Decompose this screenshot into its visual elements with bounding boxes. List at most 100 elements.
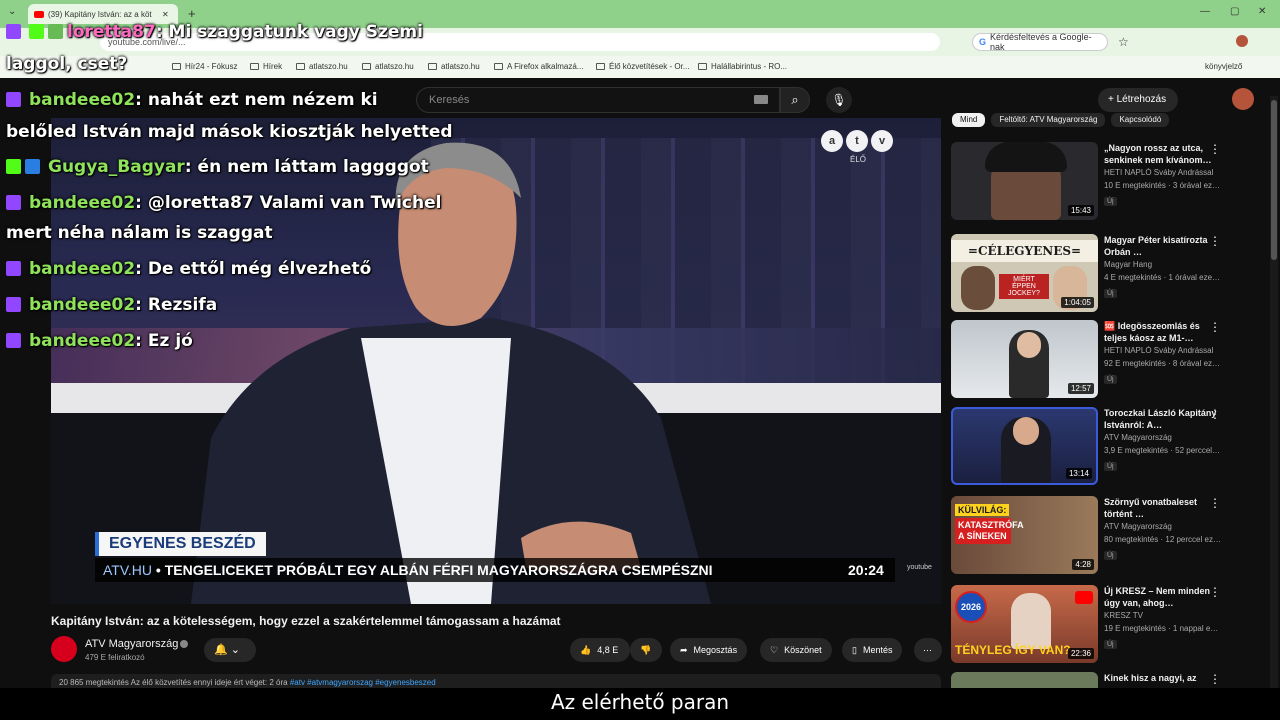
bookmark-item[interactable]: Halállabirintus - RO... xyxy=(698,62,787,71)
video-thumbnail[interactable]: KÜLVILÁG: KATASZTRÓFA A SÍNEKEN 4:28 xyxy=(951,496,1098,574)
dislike-button[interactable]: 👎 xyxy=(630,638,662,662)
recommendation-item[interactable]: Kinek hisz a nagyi, az ⋮ xyxy=(951,672,1251,688)
bookmark-item[interactable]: atlatszo.hu xyxy=(296,62,348,71)
chat-message-continued: mert néha nálam is szaggat xyxy=(6,223,273,243)
youtube-watermark: youtube xyxy=(907,564,932,571)
tab-close-icon[interactable]: ✕ xyxy=(162,10,169,19)
scrollbar-thumb[interactable] xyxy=(1271,100,1277,260)
bookmark-icon: ▯ xyxy=(852,644,857,655)
live-label: ÉLŐ xyxy=(850,155,867,164)
bookmark-item[interactable]: Hírek xyxy=(250,62,282,71)
more-options-icon[interactable]: ⋮ xyxy=(1209,234,1221,248)
subtitle-caption: Az elérhető paran xyxy=(0,688,1280,720)
other-bookmarks[interactable]: könyvjelző xyxy=(1205,62,1242,71)
chat-message: bandeee02: Ez jó xyxy=(6,331,193,351)
new-tab-button[interactable]: + xyxy=(188,6,196,21)
keyboard-icon[interactable] xyxy=(754,95,768,104)
bookmark-item[interactable]: atlatszo.hu xyxy=(428,62,480,71)
video-thumbnail[interactable]: 13:14 xyxy=(951,407,1098,485)
twitch-icon xyxy=(6,261,21,276)
twitch-icon xyxy=(6,297,21,312)
filter-chips: Mind Feltöltő: ATV Magyarország Kapcsoló… xyxy=(952,113,1170,127)
video-player[interactable]: a t v ÉLŐ EGYENES BESZÉD ATV.HU • TENGEL… xyxy=(51,118,941,604)
channel-name[interactable]: ATV Magyarország xyxy=(85,638,189,650)
chat-message: bandeee02: @loretta87 Valami van Twichel xyxy=(6,193,441,213)
more-icon: ⋯ xyxy=(923,644,932,655)
chat-message: bandeee02: Rezsifa xyxy=(6,295,217,315)
twitch-icon xyxy=(6,24,21,39)
broadcast-clock: 20:24 xyxy=(848,562,884,578)
video-thumbnail[interactable] xyxy=(951,672,1098,688)
news-ticker: ATV.HU • TENGELICEKET PRÓBÁLT EGY ALBÁN … xyxy=(95,558,895,582)
save-button[interactable]: ▯ Mentés xyxy=(842,638,903,662)
notification-bell-button[interactable]: 🔔 ⌄ xyxy=(204,638,256,662)
tab-list-icon[interactable]: ⌄ xyxy=(8,6,16,17)
chat-message-continued: laggol, cset? xyxy=(6,54,128,74)
subscriber-count: 479 E feliratkozó xyxy=(85,653,145,662)
close-window-icon[interactable]: ✕ xyxy=(1258,6,1266,17)
search-icon: ⌕ xyxy=(791,92,799,107)
voice-search-button[interactable]: 🎙 xyxy=(826,87,852,113)
thumbs-up-icon: 👍 xyxy=(580,644,592,655)
bookmarks-bar: Hír24 - Fókusz Hírek atlatszo.hu atlatsz… xyxy=(0,56,1280,78)
chat-message: loretta87: Mi szaggatunk vagy Szemi xyxy=(6,22,423,42)
chat-message: bandeee02: De ettől még élvezhető xyxy=(6,259,371,279)
ticker-text: • TENGELICEKET PRÓBÁLT EGY ALBÁN FÉRFI M… xyxy=(155,562,713,578)
tab-title: (39) Kapitány István: az a köt xyxy=(48,9,152,19)
bookmark-item[interactable]: Élő közvetítések - Or... xyxy=(596,62,689,71)
chat-message: Gugya_Bagyar: én nem láttam laggggot xyxy=(6,157,429,177)
twitch-icon xyxy=(6,333,21,348)
video-thumbnail[interactable]: =CÉLEGYENES= MIÉRT ÉPPEN JOCKEY? 1:04:05 xyxy=(951,234,1098,312)
like-button[interactable]: 👍 4,8 E xyxy=(570,638,630,662)
create-button[interactable]: + Létrehozás xyxy=(1098,88,1178,112)
recommendation-item[interactable]: =CÉLEGYENES= MIÉRT ÉPPEN JOCKEY? 1:04:05… xyxy=(951,234,1251,312)
atv-logo: a t v xyxy=(821,130,893,152)
more-actions-button[interactable]: ⋯ xyxy=(914,638,942,662)
chip-related[interactable]: Kapcsolódó xyxy=(1111,113,1170,127)
kick-icon xyxy=(6,159,21,174)
bookmark-star-icon[interactable]: ☆ xyxy=(1118,35,1129,49)
thumbs-down-icon: 👎 xyxy=(640,644,652,655)
maximize-icon[interactable]: ▢ xyxy=(1230,6,1239,17)
search-button[interactable]: ⌕ xyxy=(780,87,810,113)
thanks-button[interactable]: ♡ Köszönet xyxy=(760,638,832,662)
verified-icon xyxy=(180,640,189,649)
share-button[interactable]: ➦ Megosztás xyxy=(670,638,748,662)
more-options-icon[interactable]: ⋮ xyxy=(1209,585,1221,599)
youtube-favicon-icon xyxy=(34,10,44,18)
twitch-icon xyxy=(6,92,21,107)
recommendation-item[interactable]: 12:57 🆘 Idegösszeomlás és teljes káosz a… xyxy=(951,320,1251,398)
ask-google-button[interactable]: G Kérdésfeltevés a Google-nak xyxy=(972,32,1108,52)
show-title-banner: EGYENES BESZÉD xyxy=(95,532,266,556)
video-thumbnail[interactable]: 12:57 xyxy=(951,320,1098,398)
video-thumbnail[interactable]: 2026 TÉNYLEG ÍGY VAN? 22:36 xyxy=(951,585,1098,663)
more-options-icon[interactable]: ⋮ xyxy=(1209,672,1221,686)
channel-avatar[interactable] xyxy=(51,636,77,662)
more-options-icon[interactable]: ⋮ xyxy=(1209,142,1221,156)
more-options-icon[interactable]: ⋮ xyxy=(1209,407,1221,421)
avatar[interactable] xyxy=(1232,88,1254,110)
chat-message-continued: belőled István majd mások kiosztják hely… xyxy=(6,122,453,142)
bookmark-item[interactable]: atlatszo.hu xyxy=(362,62,414,71)
video-thumbnail[interactable]: 15:43 xyxy=(951,142,1098,220)
thanks-icon: ♡ xyxy=(770,644,779,655)
bookmark-item[interactable]: Hír24 - Fókusz xyxy=(172,62,237,71)
browser-tab-active[interactable]: (39) Kapitány István: az a köt ✕ xyxy=(28,4,178,24)
recommendation-item[interactable]: 15:43 „Nagyon rossz az utca, senkinek ne… xyxy=(951,142,1251,220)
chip-uploader[interactable]: Feltöltő: ATV Magyarország xyxy=(991,113,1106,127)
bell-icon: 🔔 xyxy=(214,644,228,656)
recommendation-item[interactable]: 2026 TÉNYLEG ÍGY VAN? 22:36 Új KRESZ – N… xyxy=(951,585,1251,663)
chevron-down-icon: ⌄ xyxy=(230,644,240,656)
minimize-icon[interactable]: — xyxy=(1200,6,1210,17)
twitch-icon xyxy=(6,195,21,210)
more-options-icon[interactable]: ⋮ xyxy=(1209,320,1221,334)
bookmark-item[interactable]: A Firefox alkalmazá... xyxy=(494,62,583,71)
search-input[interactable]: Keresés xyxy=(416,87,780,113)
chat-message: bandeee02: nahát ezt nem nézem ki xyxy=(6,90,378,110)
more-options-icon[interactable]: ⋮ xyxy=(1209,496,1221,510)
recommendation-item[interactable]: KÜLVILÁG: KATASZTRÓFA A SÍNEKEN 4:28 Szö… xyxy=(951,496,1251,574)
recommendation-item[interactable]: 13:14 Toroczkai László Kapitány Istvánró… xyxy=(951,407,1251,485)
chip-all[interactable]: Mind xyxy=(952,113,986,127)
ask-google-label: Kérdésfeltevés a Google-nak xyxy=(990,32,1092,52)
profile-avatar[interactable] xyxy=(1236,35,1248,47)
